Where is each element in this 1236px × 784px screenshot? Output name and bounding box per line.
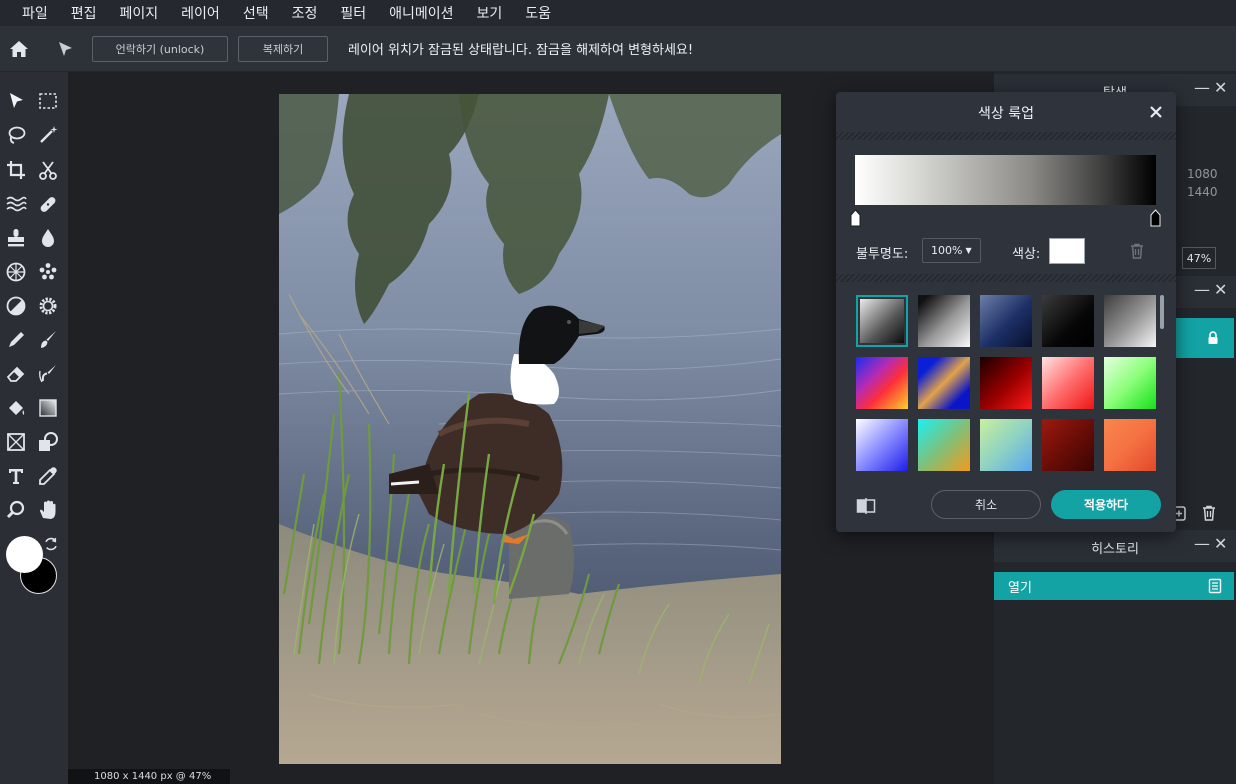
status-bar: 1080 x 1440 px @ 47% xyxy=(68,769,230,784)
menu-help[interactable]: 도움 xyxy=(525,3,551,23)
clone-stamp-icon[interactable] xyxy=(2,224,30,252)
trash-icon[interactable] xyxy=(1200,504,1218,522)
smudge-brush-icon[interactable] xyxy=(34,360,62,388)
gradient-preset-swatch[interactable] xyxy=(856,419,908,471)
gradient-preset-swatch[interactable] xyxy=(918,419,970,471)
brush-icon[interactable] xyxy=(34,326,62,354)
compare-icon[interactable] xyxy=(856,497,876,515)
gradient-preset-swatch[interactable] xyxy=(1042,419,1094,471)
gradient-preset-swatch[interactable] xyxy=(1104,357,1156,409)
pencil-icon[interactable] xyxy=(2,326,30,354)
menu-adjust[interactable]: 조정 xyxy=(292,3,318,23)
navigator-width: 1080 xyxy=(1187,167,1218,181)
apply-button[interactable]: 적용하다 xyxy=(1051,490,1161,519)
history-item-label: 열기 xyxy=(1008,581,1032,596)
image-placeholder-icon[interactable] xyxy=(2,428,30,456)
gradient-preset-swatch[interactable] xyxy=(1104,419,1156,471)
menu-edit[interactable]: 편집 xyxy=(71,3,97,23)
close-icon[interactable]: ✕ xyxy=(1214,534,1227,553)
document-icon xyxy=(1208,578,1222,594)
paint-bucket-icon[interactable] xyxy=(2,394,30,422)
layer-lock-message: 레이어 위치가 잠금된 상태랍니다. 잠금을 해제하여 변형하세요! xyxy=(348,43,694,58)
pointer-icon[interactable] xyxy=(2,87,30,115)
menu-bar: 파일 편집 페이지 레이어 선택 조정 필터 애니메이션 보기 도움 xyxy=(0,0,1236,26)
liquify-icon[interactable] xyxy=(2,190,30,218)
menu-page[interactable]: 페이지 xyxy=(120,3,159,23)
menu-view[interactable]: 보기 xyxy=(477,3,503,23)
gradient-preset-swatch[interactable] xyxy=(980,357,1032,409)
canvas-size-status: 1080 x 1440 px @ 47% xyxy=(94,771,212,782)
gear-brush-icon[interactable] xyxy=(34,292,62,320)
gradient-preset-swatch[interactable] xyxy=(918,295,970,347)
gradient-preset-swatch[interactable] xyxy=(856,295,908,347)
menu-select[interactable]: 선택 xyxy=(243,3,269,23)
healing-bandage-icon[interactable] xyxy=(34,190,62,218)
minimize-icon[interactable]: — xyxy=(1194,280,1210,299)
chevron-down-icon: ▼ xyxy=(965,246,972,255)
sponge-dots-icon[interactable] xyxy=(34,258,62,286)
top-toolbar: 언락하기 (unlock) 복제하기 레이어 위치가 잠금된 상태랍니다. 잠금… xyxy=(0,26,1236,72)
menu-filter[interactable]: 필터 xyxy=(340,3,366,23)
gradient-stop-left[interactable] xyxy=(850,209,861,227)
lasso-icon[interactable] xyxy=(2,121,30,149)
opacity-label: 불투명도: xyxy=(856,247,909,262)
eyedropper-icon[interactable] xyxy=(34,462,62,490)
blur-drop-icon[interactable] xyxy=(34,224,62,252)
dialog-title: 색상 룩업 xyxy=(978,106,1034,122)
lock-icon[interactable] xyxy=(1206,330,1220,344)
trash-icon[interactable] xyxy=(1128,242,1146,260)
gradient-preset-swatch[interactable] xyxy=(980,295,1032,347)
cancel-button[interactable]: 취소 xyxy=(931,490,1041,519)
shape-tool-icon[interactable] xyxy=(34,428,62,456)
hand-icon[interactable] xyxy=(34,496,62,524)
gradient-preset-swatch[interactable] xyxy=(1042,357,1094,409)
gradient-preset-swatch[interactable] xyxy=(980,419,1032,471)
dodge-burn-icon[interactable] xyxy=(2,292,30,320)
gradient-preview[interactable] xyxy=(855,155,1156,205)
minimize-icon[interactable]: — xyxy=(1194,534,1210,553)
foreground-color-swatch[interactable] xyxy=(6,536,43,573)
color-label: 색상: xyxy=(1012,247,1041,262)
dialog-divider xyxy=(836,274,1176,282)
navigator-zoom-field[interactable]: 47% xyxy=(1182,247,1216,269)
duplicate-button[interactable]: 복제하기 xyxy=(238,35,328,62)
close-icon[interactable] xyxy=(1148,104,1164,120)
gradient-preset-swatch[interactable] xyxy=(1104,295,1156,347)
opacity-dropdown[interactable]: 100% ▼ xyxy=(922,238,981,263)
text-tool-icon[interactable] xyxy=(2,462,30,490)
color-lookup-dialog: 색상 룩업 불투명도: 100% ▼ 색상: 취소 적용하다 xyxy=(836,92,1176,532)
history-item[interactable]: 열기 xyxy=(994,572,1234,600)
swap-colors-icon[interactable] xyxy=(42,535,60,553)
move-tool-icon[interactable] xyxy=(50,34,80,64)
menu-animation[interactable]: 애니메이션 xyxy=(389,3,453,23)
gradient-stop-right[interactable] xyxy=(1150,209,1161,227)
crop-icon[interactable] xyxy=(2,156,30,184)
gradient-preset-swatch[interactable] xyxy=(918,357,970,409)
close-icon[interactable]: ✕ xyxy=(1214,280,1227,299)
gradient-tool-icon[interactable] xyxy=(34,394,62,422)
minimize-icon[interactable]: — xyxy=(1194,78,1210,97)
magic-wand-icon[interactable] xyxy=(34,121,62,149)
dialog-divider xyxy=(836,132,1176,140)
history-panel-header: 히스토리 — ✕ xyxy=(994,530,1236,562)
unlock-button[interactable]: 언락하기 (unlock) xyxy=(92,35,228,62)
menu-layer[interactable]: 레이어 xyxy=(181,3,220,23)
scissors-icon[interactable] xyxy=(34,156,62,184)
home-icon[interactable] xyxy=(4,34,34,64)
color-picker-swatch[interactable] xyxy=(1049,238,1085,264)
opacity-value: 100% xyxy=(931,244,963,257)
duck-photo[interactable] xyxy=(279,94,781,764)
tool-palette xyxy=(0,72,68,784)
zoom-icon[interactable] xyxy=(2,496,30,524)
navigator-height: 1440 xyxy=(1187,185,1218,199)
swatch-scrollbar[interactable] xyxy=(1160,295,1164,329)
menu-file[interactable]: 파일 xyxy=(22,3,48,23)
photo-editor-app: 파일 편집 페이지 레이어 선택 조정 필터 애니메이션 보기 도움 언락하기 … xyxy=(0,0,1236,784)
eraser-icon[interactable] xyxy=(2,360,30,388)
marquee-select-icon[interactable] xyxy=(34,87,62,115)
close-icon[interactable]: ✕ xyxy=(1214,78,1227,97)
gradient-preset-swatch[interactable] xyxy=(856,357,908,409)
pattern-icon[interactable] xyxy=(2,258,30,286)
gradient-preset-swatch[interactable] xyxy=(1042,295,1094,347)
